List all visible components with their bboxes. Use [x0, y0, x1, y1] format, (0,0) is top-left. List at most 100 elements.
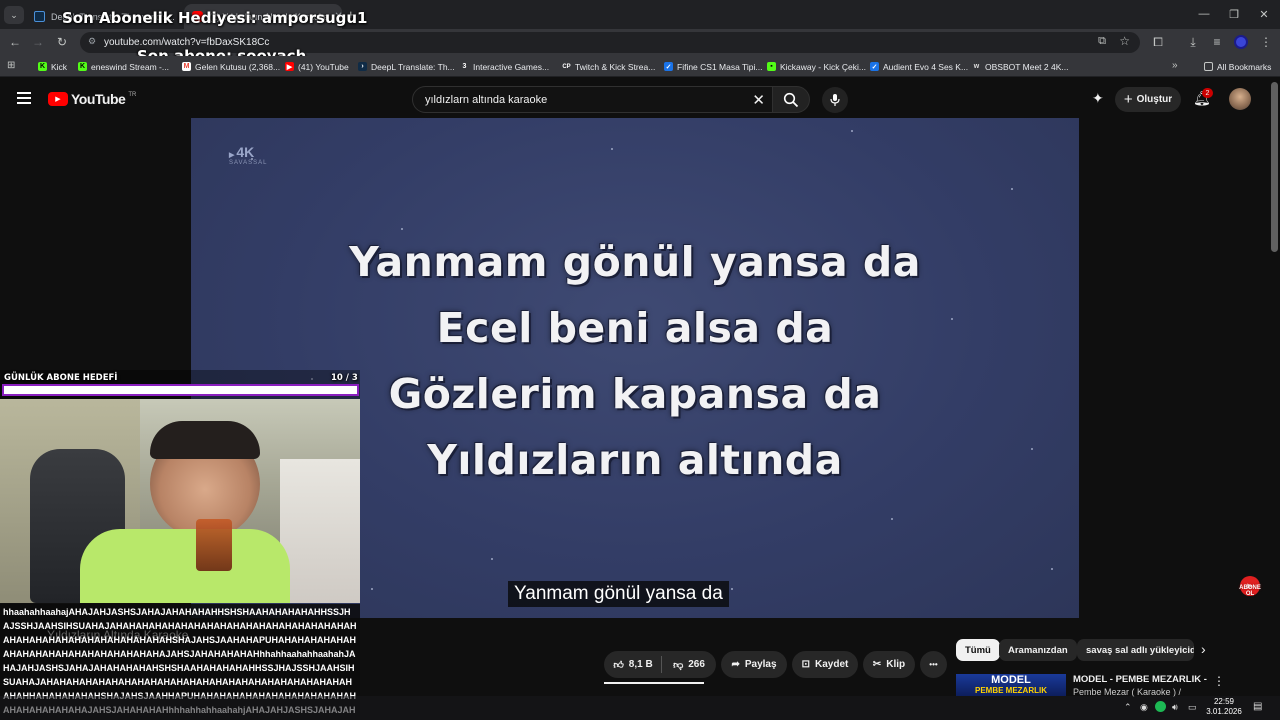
- clear-search-icon[interactable]: ✕: [752, 91, 765, 109]
- minimize-icon[interactable]: —: [1188, 0, 1220, 28]
- closed-caption: Yanmam gönül yansa da: [508, 581, 729, 607]
- bookmark-deepl[interactable]: › DeepL Translate: Th...: [358, 59, 455, 74]
- bookmark-fifine[interactable]: ✓ Fifine CS1 Masa Tipi...: [664, 59, 763, 74]
- gmail-icon: M: [182, 62, 191, 71]
- restore-icon[interactable]: ❐: [1218, 0, 1250, 28]
- more-actions-button[interactable]: •••: [920, 651, 947, 678]
- sparkle-icon[interactable]: ✦: [1092, 90, 1104, 107]
- install-app-icon[interactable]: ⧉: [1098, 35, 1106, 48]
- hamburger-menu-icon[interactable]: [17, 92, 31, 104]
- lyric-line-1: Yanmam gönül yansa da: [349, 238, 921, 286]
- profile-avatar[interactable]: [1234, 35, 1248, 49]
- thumbs-down-icon: 👎︎: [673, 659, 684, 671]
- more-bookmarks-icon[interactable]: »: [1172, 60, 1178, 71]
- search-input[interactable]: yıldızlarn altında karaoke ✕: [412, 86, 774, 113]
- site-info-icon[interactable]: ⚙: [88, 36, 96, 47]
- create-button[interactable]: + Oluştur: [1115, 87, 1181, 112]
- thumbnail-subtext: PEMBE MEZARLIK: [975, 686, 1047, 695]
- check-icon: ✓: [870, 62, 879, 71]
- sub-goal-count: 10 / 3: [331, 373, 358, 383]
- notification-center-icon[interactable]: ▤: [1253, 701, 1262, 712]
- voice-search-button[interactable]: [822, 87, 848, 113]
- bookmark-label: eneswind Stream -...: [91, 61, 169, 72]
- like-button[interactable]: 👍︎ 8,1 B: [604, 651, 662, 678]
- window-close-icon[interactable]: ✕: [1248, 0, 1280, 28]
- chip-uploader[interactable]: savaş sal adlı yükleyicid: [1077, 639, 1194, 661]
- youtube-icon: ▶: [285, 62, 294, 71]
- dislike-count: 266: [688, 659, 705, 670]
- bookmark-interactive[interactable]: 3 Interactive Games...: [460, 59, 549, 74]
- network-icon[interactable]: ▭: [1188, 702, 1197, 713]
- chip-from-search[interactable]: Aramanızdan: [999, 639, 1077, 661]
- media-control-icon[interactable]: ≡: [1207, 33, 1227, 51]
- deepl-favicon-icon: [34, 11, 45, 22]
- scissors-icon: ✂: [872, 659, 882, 670]
- last-gift-overlay: Son Abonelik Hediyesi: amporsugu1: [62, 9, 368, 27]
- bookmark-star-icon[interactable]: ☆: [1119, 34, 1130, 48]
- kick-icon: K: [38, 62, 47, 71]
- subscribe-label: ABONE OL: [1239, 585, 1261, 597]
- related-video-menu-icon[interactable]: ⋮: [1213, 674, 1225, 688]
- tab-search-button[interactable]: ⌄: [4, 6, 24, 24]
- save-button[interactable]: ⊡ Kaydet: [792, 651, 858, 678]
- bookmark-gmail[interactable]: M Gelen Kutusu (2,368...: [182, 59, 280, 74]
- page-scrollbar[interactable]: [1271, 82, 1278, 252]
- related-video-title[interactable]: MODEL - PEMBE MEZARLIK -: [1073, 674, 1207, 685]
- deepl-icon: ›: [358, 62, 367, 71]
- 4k-badge: 4K: [236, 144, 255, 160]
- share-button[interactable]: ➦ Paylaş: [721, 651, 787, 678]
- bookmark-label: Interactive Games...: [473, 61, 550, 72]
- reload-icon[interactable]: ↻: [52, 33, 72, 51]
- thumbnail-text: MODEL: [991, 674, 1031, 686]
- bookmark-kick[interactable]: K Kick: [38, 59, 67, 74]
- chip-next-arrow-icon[interactable]: ›: [1201, 641, 1206, 657]
- channel-watermark: ▶ 4K SAVASSAL: [229, 144, 268, 166]
- bookmark-label: Kickaway - Kick Çeki...: [780, 61, 866, 72]
- kickaway-icon: ▪: [767, 62, 776, 71]
- all-bookmarks[interactable]: All Bookmarks: [1204, 59, 1271, 74]
- bookmark-obsbot[interactable]: w OBSBOT Meet 2 4K...: [972, 59, 1068, 74]
- discord-tray-icon[interactable]: ◉: [1140, 702, 1148, 713]
- bookmark-label: Gelen Kutusu (2,368...: [195, 61, 281, 72]
- user-avatar[interactable]: [1229, 88, 1251, 110]
- chip-all[interactable]: Tümü: [956, 639, 1000, 661]
- tray-expand-icon[interactable]: ⌃: [1124, 702, 1132, 713]
- watermark-sub: SAVASSAL: [229, 160, 268, 166]
- bookmark-label: Kick: [51, 61, 68, 72]
- sub-goal-progress-bar: [2, 384, 359, 396]
- obsbot-icon: w: [972, 62, 981, 71]
- forward-arrow-icon[interactable]: →: [28, 33, 48, 51]
- thumbs-up-icon: 👍︎: [613, 659, 624, 671]
- clip-button[interactable]: ✂ Klip: [863, 651, 915, 678]
- bookmark-label: All Bookmarks: [1217, 61, 1272, 72]
- apps-grid-icon[interactable]: ⊞: [7, 60, 15, 71]
- dislike-button[interactable]: 👎︎ 266: [663, 651, 715, 678]
- back-arrow-icon[interactable]: ←: [5, 33, 25, 51]
- bookmark-twitch-kick[interactable]: CP Twitch & Kick Strea...: [562, 59, 655, 74]
- plus-icon: +: [1123, 91, 1133, 108]
- browser-menu-icon[interactable]: ⋮: [1256, 33, 1276, 51]
- bookmark-label: (41) YouTube: [298, 61, 349, 72]
- extensions-icon[interactable]: ⧠: [1148, 33, 1168, 51]
- bookmark-audient[interactable]: ✓ Audient Evo 4 Ses K...: [870, 59, 968, 74]
- youtube-logo[interactable]: ▶ YouTube TR: [48, 91, 136, 107]
- taskbar-clock[interactable]: 22:59 3.01.2026: [1204, 697, 1244, 717]
- check-icon: ✓: [664, 62, 673, 71]
- bookmark-label: Twitch & Kick Strea...: [575, 61, 656, 72]
- interactive-icon: 3: [460, 62, 469, 71]
- related-video-thumbnail[interactable]: MODEL PEMBE MEZARLIK: [956, 674, 1066, 696]
- bookmark-youtube[interactable]: ▶ (41) YouTube: [285, 59, 349, 74]
- bookmark-kickaway[interactable]: ▪ Kickaway - Kick Çeki...: [767, 59, 866, 74]
- sub-goal-label: GÜNLÜK ABONE HEDEFİ: [4, 373, 118, 383]
- subscribe-watermark[interactable]: ▶ ABONE OL: [1236, 576, 1264, 602]
- streamer-shirt: [80, 529, 290, 603]
- spotify-tray-icon[interactable]: [1155, 701, 1166, 712]
- search-button[interactable]: [772, 86, 810, 113]
- webcam-feed: [0, 399, 360, 603]
- search-icon: [783, 92, 799, 107]
- search-query: yıldızlarn altında karaoke: [425, 93, 548, 106]
- logo-text: YouTube: [71, 91, 126, 107]
- volume-icon[interactable]: 🔊︎: [1172, 702, 1178, 713]
- bookmark-eneswind[interactable]: Keneswind Stream -...: [78, 59, 169, 74]
- download-icon[interactable]: ⤓: [1183, 33, 1203, 51]
